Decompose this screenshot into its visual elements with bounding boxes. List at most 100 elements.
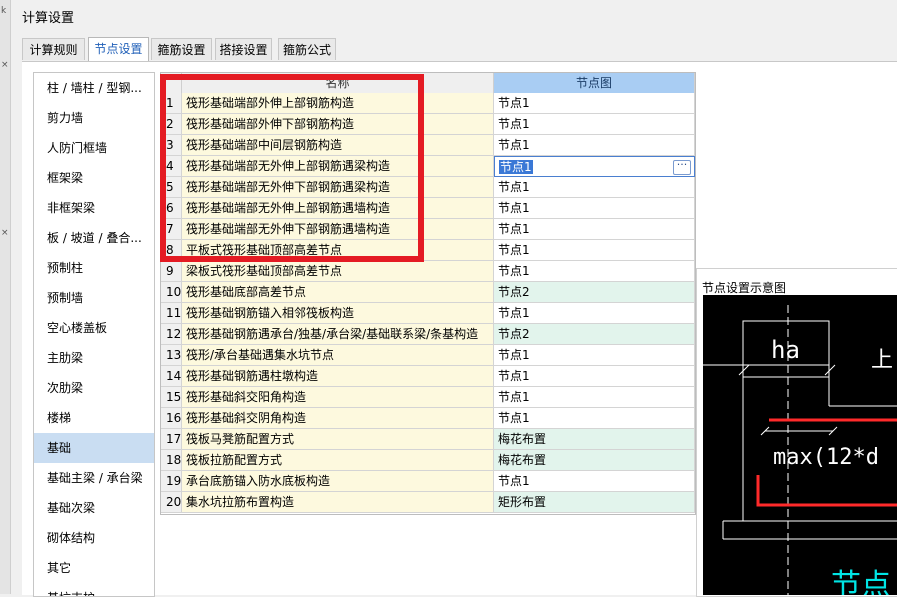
row-number: 20 (161, 492, 182, 513)
node-cell[interactable]: 节点1 (494, 408, 695, 429)
category-item[interactable]: 预制墙 (34, 283, 154, 313)
category-item[interactable]: 基础 (34, 433, 154, 463)
row-number: 15 (161, 387, 182, 408)
table-row[interactable]: 19 承台底筋锚入防水底板构造 节点1 (161, 471, 695, 492)
node-cell[interactable]: 节点1 (494, 345, 695, 366)
tab-calc-rules[interactable]: 计算规则 (22, 38, 85, 60)
node-cell[interactable]: 节点1 (494, 303, 695, 324)
label-ha: ha (771, 336, 800, 364)
table-row[interactable]: 13 筏形/承台基础遇集水坑节点 节点1 (161, 345, 695, 366)
row-name-cell: 筏形基础端部无外伸下部钢筋遇梁构造 (182, 177, 494, 198)
row-number: 1 (161, 93, 182, 114)
table-row[interactable]: 9 梁板式筏形基础顶部高差节点 节点1 (161, 261, 695, 282)
node-cell[interactable]: 节点1 (494, 135, 695, 156)
node-cell[interactable]: 节点1 (494, 366, 695, 387)
category-item[interactable]: 非框架梁 (34, 193, 154, 223)
table-row[interactable]: 12 筏形基础钢筋遇承台/独基/承台梁/基础联系梁/条基构造 节点2 (161, 324, 695, 345)
table-row[interactable]: 20 集水坑拉筋布置构造 矩形布置 (161, 492, 695, 513)
node-cell[interactable]: 节点1 (494, 261, 695, 282)
edge-glyph: k (1, 6, 7, 16)
category-item[interactable]: 预制柱 (34, 253, 154, 283)
row-name-cell: 筏形基础端部中间层钢筋构造 (182, 135, 494, 156)
row-number: 5 (161, 177, 182, 198)
table-row[interactable]: 18 筏板拉筋配置方式 梅花布置 (161, 450, 695, 471)
row-name-cell: 筏形基础端部外伸下部钢筋构造 (182, 114, 494, 135)
node-picker-button[interactable]: ··· (673, 159, 691, 175)
table-row[interactable]: 6 筏形基础端部无外伸上部钢筋遇墙构造 节点1 (161, 198, 695, 219)
category-item[interactable]: 剪力墙 (34, 103, 154, 133)
node-cell[interactable]: 矩形布置 (494, 492, 695, 513)
row-name-cell: 集水坑拉筋布置构造 (182, 492, 494, 513)
row-name-cell: 筏板马凳筋配置方式 (182, 429, 494, 450)
label-max: max(12*d (773, 445, 879, 470)
table-row[interactable]: 7 筏形基础端部无外伸下部钢筋遇墙构造 节点1 (161, 219, 695, 240)
node-cell[interactable]: 节点2 (494, 324, 695, 345)
edge-glyph: × (1, 60, 9, 70)
node-column-header[interactable]: 节点图 (494, 73, 695, 93)
row-number: 2 (161, 114, 182, 135)
node-cell[interactable]: 节点2 (494, 282, 695, 303)
row-number: 12 (161, 324, 182, 345)
tab-stirrup-settings[interactable]: 箍筋设置 (151, 38, 212, 60)
category-item[interactable]: 板 / 坡道 / 叠合... (34, 223, 154, 253)
category-item[interactable]: 砌体结构 (34, 523, 154, 553)
tab-stirrup-formula[interactable]: 箍筋公式 (278, 38, 336, 60)
node-cell[interactable]: 节点1 (494, 240, 695, 261)
table-row[interactable]: 15 筏形基础斜交阳角构造 节点1 (161, 387, 695, 408)
node-cell[interactable]: 节点1 (494, 93, 695, 114)
row-name-cell: 筏形基础钢筋遇承台/独基/承台梁/基础联系梁/条基构造 (182, 324, 494, 345)
edge-glyph: × (1, 228, 9, 238)
table-row[interactable]: 3 筏形基础端部中间层钢筋构造 节点1 (161, 135, 695, 156)
node-cell[interactable]: 节点1 (494, 198, 695, 219)
node-cell[interactable]: 节点1 (494, 471, 695, 492)
table-row[interactable]: 4 筏形基础端部无外伸上部钢筋遇梁构造 节点1 ··· (161, 156, 695, 177)
category-item[interactable]: 基坑支护 (34, 583, 154, 596)
node-settings-grid: 名称 节点图 1 筏形基础端部外伸上部钢筋构造 节点1 2 筏形基础端部外伸下部钢筋构造… (160, 72, 696, 515)
node-cell[interactable]: 节点1 (494, 387, 695, 408)
name-column-header[interactable]: 名称 (182, 73, 494, 93)
table-row[interactable]: 11 筏形基础钢筋锚入相邻筏板构造 节点1 (161, 303, 695, 324)
grid-header: 名称 节点图 (161, 73, 695, 93)
table-row[interactable]: 2 筏形基础端部外伸下部钢筋构造 节点1 (161, 114, 695, 135)
table-row[interactable]: 5 筏形基础端部无外伸下部钢筋遇梁构造 节点1 (161, 177, 695, 198)
category-item[interactable]: 次肋梁 (34, 373, 154, 403)
table-row[interactable]: 17 筏板马凳筋配置方式 梅花布置 (161, 429, 695, 450)
category-item[interactable]: 楼梯 (34, 403, 154, 433)
category-item[interactable]: 其它 (34, 553, 154, 583)
row-number: 19 (161, 471, 182, 492)
row-name-cell: 筏板拉筋配置方式 (182, 450, 494, 471)
row-name-cell: 承台底筋锚入防水底板构造 (182, 471, 494, 492)
label-top: 上 (871, 348, 893, 373)
diagram-tick (738, 364, 750, 376)
row-name-cell: 梁板式筏形基础顶部高差节点 (182, 261, 494, 282)
diagram-tick (824, 364, 836, 376)
node-cell[interactable]: 节点1 (494, 219, 695, 240)
node-cell[interactable]: 梅花布置 (494, 429, 695, 450)
category-item[interactable]: 框架梁 (34, 163, 154, 193)
row-number: 8 (161, 240, 182, 261)
table-row[interactable]: 14 筏形基础钢筋遇柱墩构造 节点1 (161, 366, 695, 387)
table-row[interactable]: 16 筏形基础斜交阴角构造 节点1 (161, 408, 695, 429)
row-number: 14 (161, 366, 182, 387)
table-row[interactable]: 10 筏形基础底部高差节点 节点2 (161, 282, 695, 303)
node-cell[interactable]: 节点1 (494, 177, 695, 198)
category-item[interactable]: 基础次梁 (34, 493, 154, 523)
diagram-title: 节点设置示意图 (702, 281, 787, 295)
category-item[interactable]: 主肋梁 (34, 343, 154, 373)
rebar-bottom (756, 475, 897, 507)
category-list[interactable]: 柱 / 墙柱 / 型钢... 剪力墙 人防门框墙 框架梁 非框架梁板 / 坡道 / 叠合… (33, 72, 155, 597)
tab-node-settings[interactable]: 节点设置 (88, 37, 149, 61)
table-row[interactable]: 1 筏形基础端部外伸上部钢筋构造 节点1 (161, 93, 695, 114)
row-name-cell: 筏形基础端部外伸上部钢筋构造 (182, 93, 494, 114)
category-item[interactable]: 柱 / 墙柱 / 型钢... (34, 73, 154, 103)
node-cell[interactable]: 节点1 (494, 114, 695, 135)
node-cell[interactable]: 梅花布置 (494, 450, 695, 471)
category-item[interactable]: 人防门框墙 (34, 133, 154, 163)
node-cell-selected-text[interactable]: 节点1 (499, 160, 533, 174)
category-item[interactable]: 空心楼盖板 (34, 313, 154, 343)
table-row[interactable]: 8 平板式筏形基础顶部高差节点 节点1 (161, 240, 695, 261)
node-cell-editing[interactable]: 节点1 ··· (494, 156, 695, 177)
tab-lap-settings[interactable]: 搭接设置 (215, 38, 272, 60)
category-item[interactable]: 基础主梁 / 承台梁 (34, 463, 154, 493)
window-title: 计算设置 (22, 11, 75, 26)
